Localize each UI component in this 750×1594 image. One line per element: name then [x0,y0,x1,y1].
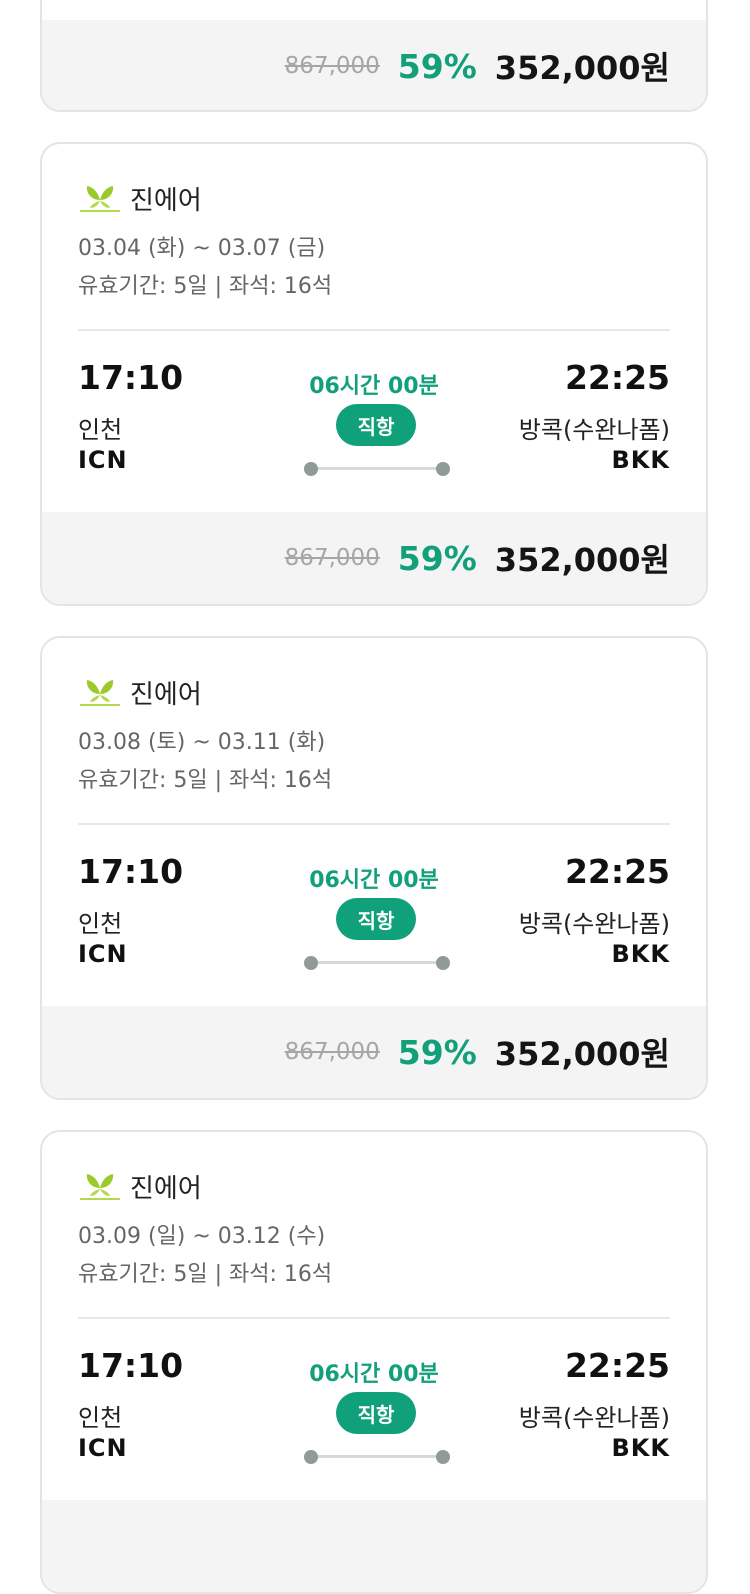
final-price: 352,000원 [494,541,670,579]
arrival-time: 22:25 [564,852,670,891]
arrival-city: 방콕(수완나폼) [518,910,670,938]
direct-flight-badge: 직항 [336,1392,416,1434]
route-line [304,956,450,970]
arrival-code: BKK [611,1434,670,1462]
arrival-time: 22:25 [564,1346,670,1385]
price-bar: 867,000 59% 352,000원 [42,1006,706,1098]
price-bar: 867,000 59% 352,000원 [42,20,706,110]
departure-code: ICN [78,940,128,968]
jinair-logo-icon [78,1170,122,1202]
direct-flight-badge: 직항 [336,404,416,446]
airline-name: 진에어 [130,185,202,216]
origin-dot [304,462,318,476]
airline-name: 진에어 [130,679,202,710]
validity-seats: 유효기간: 5일 | 좌석: 16석 [78,1262,333,1287]
arrival-code: BKK [611,940,670,968]
divider [78,823,670,825]
flight-card[interactable]: 867,000 59% 352,000원 [40,0,708,112]
departure-city: 인천 [78,1404,123,1432]
travel-dates: 03.04 (화) ~ 03.07 (금) [78,236,326,261]
divider [78,329,670,331]
route-line [304,462,450,476]
flight-details: 진에어 03.09 (일) ~ 03.12 (수) 유효기간: 5일 | 좌석:… [42,1132,706,1500]
discount-rate: 59% [397,538,477,578]
original-price: 867,000 [284,53,380,79]
departure-code: ICN [78,446,128,474]
airline: 진에어 [78,178,202,218]
discount-rate: 59% [397,46,477,86]
validity-seats: 유효기간: 5일 | 좌석: 16석 [78,274,333,299]
airline: 진에어 [78,1166,202,1206]
direct-flight-badge: 직항 [336,898,416,940]
departure-city: 인천 [78,416,123,444]
validity-seats: 유효기간: 5일 | 좌석: 16석 [78,768,333,793]
jinair-logo-icon [78,182,122,214]
arrival-city: 방콕(수완나폼) [518,416,670,444]
travel-dates: 03.09 (일) ~ 03.12 (수) [78,1224,326,1249]
destination-dot [436,1450,450,1464]
flight-details: 진에어 03.04 (화) ~ 03.07 (금) 유효기간: 5일 | 좌석:… [42,144,706,512]
departure-code: ICN [78,1434,128,1462]
airline-name: 진에어 [130,1173,202,1204]
arrival-code: BKK [611,446,670,474]
discount-rate: 59% [397,1032,477,1072]
divider [78,1317,670,1319]
arrival-city: 방콕(수완나폼) [518,1404,670,1432]
final-price: 352,000원 [494,1035,670,1073]
destination-dot [436,956,450,970]
flight-card[interactable]: 진에어 03.09 (일) ~ 03.12 (수) 유효기간: 5일 | 좌석:… [40,1130,708,1594]
original-price: 867,000 [284,1039,380,1065]
destination-dot [436,462,450,476]
jinair-logo-icon [78,676,122,708]
departure-city: 인천 [78,910,123,938]
final-price: 352,000원 [494,49,670,87]
airline: 진에어 [78,672,202,712]
flight-card[interactable]: 진에어 03.04 (화) ~ 03.07 (금) 유효기간: 5일 | 좌석:… [40,142,708,606]
flight-card[interactable]: 진에어 03.08 (토) ~ 03.11 (화) 유효기간: 5일 | 좌석:… [40,636,708,1100]
route-line [304,1450,450,1464]
price-bar: 867,000 59% 352,000원 [42,512,706,604]
price-bar [42,1500,706,1592]
origin-dot [304,1450,318,1464]
arrival-time: 22:25 [564,358,670,397]
original-price: 867,000 [284,545,380,571]
travel-dates: 03.08 (토) ~ 03.11 (화) [78,730,326,755]
origin-dot [304,956,318,970]
flight-details: 진에어 03.08 (토) ~ 03.11 (화) 유효기간: 5일 | 좌석:… [42,638,706,1006]
